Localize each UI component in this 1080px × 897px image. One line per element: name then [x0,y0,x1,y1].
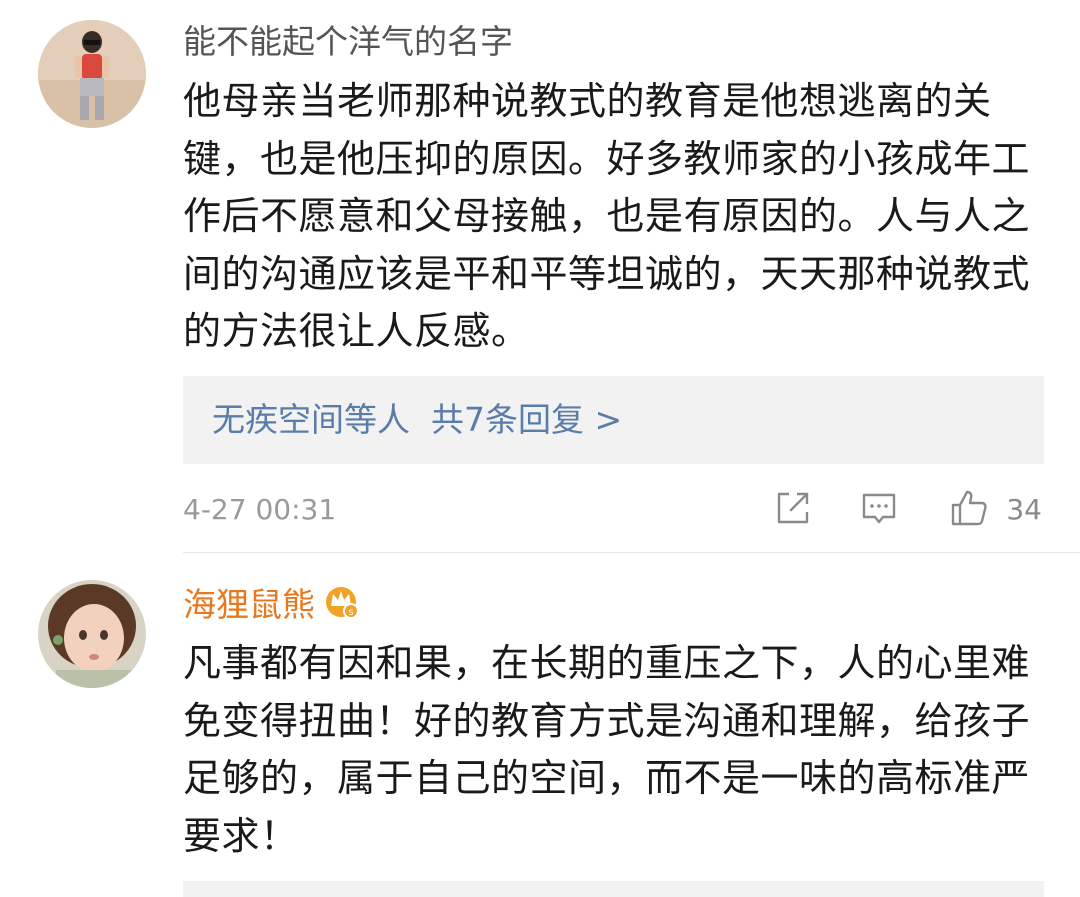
comment-username[interactable]: 能不能起个洋气的名字 [183,22,513,62]
comment-item: 能不能起个洋气的名字 他母亲当老师那种说教式的教育是他想逃离的关 键，也是他压抑… [0,0,1080,550]
avatar[interactable] [38,20,146,128]
comment-body: 凡事都有因和果，在长期的重压之下，人的心里难 免变得扭曲！好的教育方式是沟通和理… [183,635,1063,865]
comment-username-text[interactable]: 海狸鼠熊 [183,585,315,624]
share-icon[interactable] [773,488,813,528]
comment-text-line: 要求！ [183,813,299,858]
avatar[interactable] [38,580,146,688]
comment-text-line: 他母亲当老师那种说教式的教育是他想逃离的关 [183,79,992,123]
comment-timestamp: 4-27 00:31 [183,493,337,526]
comment-text-line: 足够的，属于自己的空间，而不是一味的高标准严 [183,756,1031,800]
comment-text-line: 键，也是他压抑的原因。好多教师家的小孩成年工 [183,136,1031,181]
comment-item: 海狸鼠熊 s 凡事都有因和果，在长期的重压之下，人的心里难 免变得扭曲！好的教育… [0,553,1080,897]
comment-text-line: 间的沟通应该是平和平等坦诚的，天天那种说教式 [183,251,1031,296]
avatar-photo-icon [38,580,146,688]
comment-meta-row: 4-27 00:31 34 [183,488,1044,532]
comment-icon[interactable] [859,488,899,528]
thumbs-up-icon[interactable] [949,488,989,528]
reply-summary-box[interactable] [183,881,1044,897]
vip-crown-badge-icon[interactable]: s [323,582,361,620]
comment-username[interactable]: 海狸鼠熊 s [183,582,361,625]
comment-text-line: 免变得扭曲！好的教育方式是沟通和理解，给孩子 [183,698,1031,743]
comment-body: 他母亲当老师那种说教式的教育是他想逃离的关 键，也是他压抑的原因。好多教师家的小… [183,73,1063,361]
like-count: 34 [1006,493,1042,526]
avatar-photo-icon [38,20,146,128]
reply-summary-link[interactable]: 无疾空间等人 共7条回复 > [212,398,622,442]
comment-text-line: 凡事都有因和果，在长期的重压之下，人的心里难 [183,641,1031,685]
comment-text-line: 的方法很让人反感。 [183,309,530,353]
reply-summary-box[interactable]: 无疾空间等人 共7条回复 > [183,376,1044,464]
comment-text-line: 作后不愿意和父母接触，也是有原因的。人与人之 [183,194,1031,238]
svg-text:s: s [348,607,353,618]
